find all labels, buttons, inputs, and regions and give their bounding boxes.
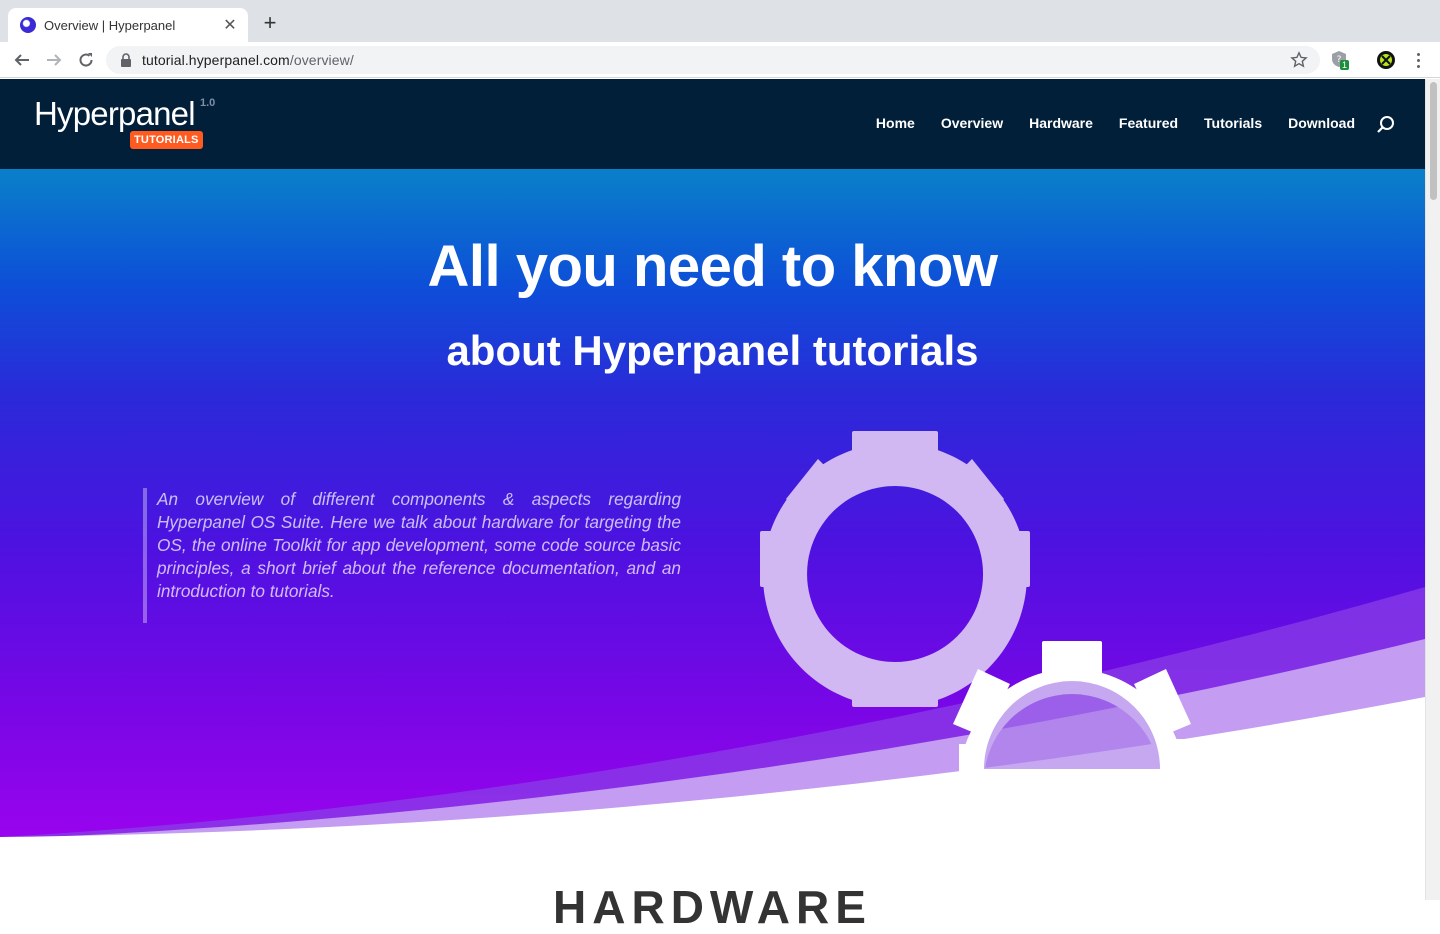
site-header: Hyperpanel 1.0 TUTORIALS Home Overview H…	[0, 79, 1425, 169]
url-text: tutorial.hyperpanel.com/overview/	[142, 52, 354, 68]
arrow-right-icon	[47, 54, 62, 66]
new-tab-button[interactable]: +	[258, 12, 282, 36]
tab-title: Overview | Hyperpanel	[44, 17, 176, 33]
address-bar[interactable]: tutorial.hyperpanel.com/overview/	[106, 46, 1320, 74]
site-logo[interactable]: Hyperpanel 1.0 TUTORIALS	[34, 95, 215, 149]
large-gear-icon	[760, 431, 1030, 707]
arrow-left-icon	[14, 54, 29, 66]
lock-icon	[120, 53, 132, 67]
extension-shield-button[interactable]: ? 1	[1330, 50, 1350, 70]
back-button[interactable]	[10, 48, 34, 72]
logo-text: Hyperpanel	[34, 95, 196, 132]
nav-download[interactable]: Download	[1288, 115, 1355, 131]
reload-icon	[79, 53, 93, 67]
nav-hardware[interactable]: Hardware	[1029, 115, 1093, 131]
bookmark-star-icon[interactable]	[1290, 51, 1308, 74]
browser-tab-strip: Overview | Hyperpanel ✕ +	[0, 0, 1440, 42]
hero-title: All you need to know	[427, 234, 998, 299]
hyperpanel-favicon-icon	[20, 17, 36, 33]
browser-tab[interactable]: Overview | Hyperpanel ✕	[8, 8, 248, 42]
nav-featured[interactable]: Featured	[1119, 115, 1178, 131]
url-path: /overview/	[289, 52, 354, 68]
hero-quote: An overview of different components & as…	[143, 488, 681, 623]
section-title-hardware: HARDWARE	[553, 881, 872, 933]
search-icon[interactable]	[1376, 115, 1396, 140]
extension-circle-icon	[1377, 51, 1395, 69]
logo-version: 1.0	[200, 97, 216, 109]
scrollbar-thumb[interactable]	[1430, 82, 1437, 200]
nav-overview[interactable]: Overview	[941, 115, 1003, 131]
main-navigation: Home Overview Hardware Featured Tutorial…	[876, 115, 1355, 131]
url-domain: tutorial.hyperpanel.com	[142, 52, 290, 68]
forward-button[interactable]	[42, 48, 66, 72]
logo-badge: TUTORIALS	[130, 131, 203, 149]
page-scrollbar[interactable]	[1425, 79, 1440, 900]
close-tab-icon[interactable]: ✕	[222, 15, 238, 35]
extension-profile-button[interactable]	[1376, 50, 1396, 70]
hero-subtitle: about Hyperpanel tutorials	[446, 327, 979, 374]
nav-tutorials[interactable]: Tutorials	[1204, 115, 1262, 131]
reload-button[interactable]	[74, 48, 98, 72]
browser-toolbar: tutorial.hyperpanel.com/overview/ ? 1	[0, 42, 1440, 78]
hero-section: All you need to know about Hyperpanel tu…	[0, 169, 1425, 849]
extension-badge: 1	[1340, 60, 1350, 70]
nav-home[interactable]: Home	[876, 115, 915, 131]
browser-menu-button[interactable]	[1408, 50, 1428, 70]
